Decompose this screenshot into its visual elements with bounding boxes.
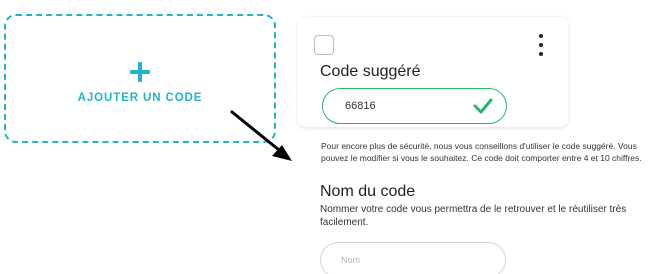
- code-value: 66816: [345, 100, 376, 112]
- select-checkbox[interactable]: [314, 35, 334, 55]
- more-vertical-icon[interactable]: [538, 34, 544, 56]
- arrow-icon: [230, 110, 292, 161]
- code-helper-text: Pour encore plus de sécurité, nous vous …: [321, 141, 642, 163]
- code-name-description: Nommer votre code vous permettra de le r…: [320, 204, 627, 228]
- plus-icon: [130, 61, 150, 82]
- screen: AJOUTER UN CODE Code suggéré 66816 Pour …: [0, 0, 672, 274]
- add-code-label: AJOUTER UN CODE: [77, 91, 203, 104]
- code-input[interactable]: 66816: [322, 88, 507, 124]
- code-name-input[interactable]: [320, 242, 506, 274]
- checkmark-icon: [473, 98, 493, 114]
- suggested-code-title: Code suggéré: [320, 63, 421, 80]
- suggested-code-card: Code suggéré 66816: [298, 17, 568, 127]
- code-name-title: Nom du code: [320, 183, 416, 200]
